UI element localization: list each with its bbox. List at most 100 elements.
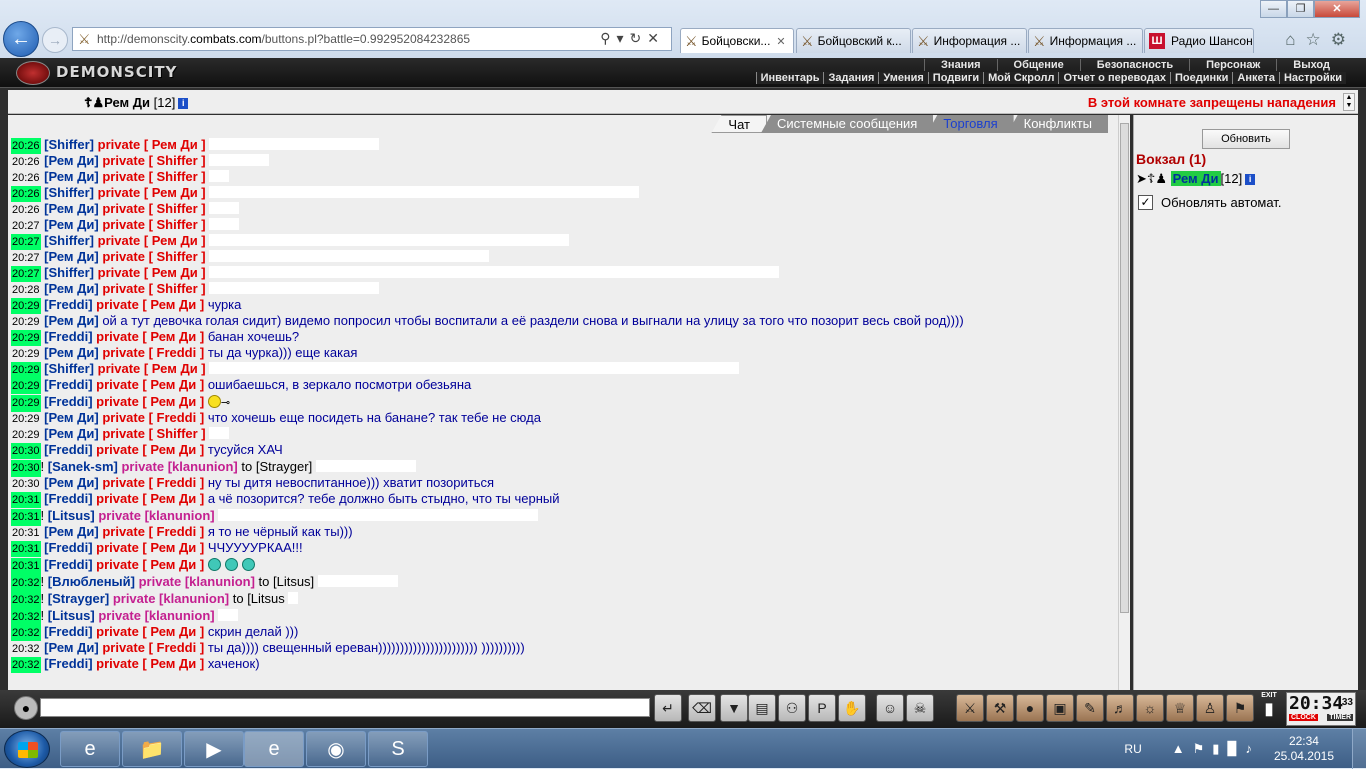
menu-settings[interactable]: Настройки xyxy=(1278,72,1346,84)
private-recipient[interactable]: private [ Рем Ди ] xyxy=(96,329,204,344)
address-bar[interactable]: ⚔ http://demonscity. combats.com/buttons.… xyxy=(72,27,672,51)
smiley-icon[interactable]: ☺ xyxy=(876,694,904,722)
room-user[interactable]: ☦♟Рем Ди [12] i xyxy=(84,95,189,111)
info-icon[interactable]: i xyxy=(178,98,189,109)
message-author[interactable]: [Рем Ди] xyxy=(44,249,99,264)
message-author[interactable]: [Рем Ди] xyxy=(44,201,99,216)
message-author[interactable]: [Litsus] xyxy=(48,608,95,623)
message-time[interactable]: 20:27 xyxy=(11,266,41,282)
message-author[interactable]: [Freddi] xyxy=(44,624,92,639)
scroll-thumb[interactable] xyxy=(1120,123,1129,613)
room-scroll-arrows[interactable]: ▲ ▼ xyxy=(1343,93,1355,111)
horn-icon[interactable]: ♬ xyxy=(1106,694,1134,722)
message-author[interactable]: [Strayger] xyxy=(48,591,109,606)
hammer-icon[interactable]: ⚒ xyxy=(986,694,1014,722)
tab-system-messages[interactable]: Системные сообщения xyxy=(761,115,934,133)
private-recipient[interactable]: private [ Shiffer ] xyxy=(102,169,205,184)
person-icon[interactable]: ⚇ xyxy=(778,694,806,722)
tab-trade[interactable]: Торговля xyxy=(927,115,1014,133)
volume-icon[interactable]: ♪ xyxy=(1245,741,1260,756)
checkbox-checked-icon[interactable]: ✓ xyxy=(1138,195,1153,210)
message-author[interactable]: [Рем Ди] xyxy=(44,217,99,232)
tab-chat[interactable]: Чат xyxy=(711,115,767,133)
message-author[interactable]: [Рем Ди] xyxy=(44,313,99,328)
chat-head-icon[interactable]: ● xyxy=(14,696,38,720)
private-recipient[interactable]: private [ Рем Ди ] xyxy=(96,442,204,457)
menu-duels[interactable]: Поединки xyxy=(1169,72,1232,84)
private-recipient[interactable]: private [ Shiffer ] xyxy=(102,201,205,216)
private-recipient[interactable]: private [ Рем Ди ] xyxy=(98,137,206,152)
back-button[interactable]: ← xyxy=(3,21,39,57)
private-recipient[interactable]: private [ Рем Ди ] xyxy=(98,265,206,280)
message-author[interactable]: [Рем Ди] xyxy=(44,524,99,539)
private-recipient[interactable]: private [ Freddi ] xyxy=(102,345,204,360)
hand-icon[interactable]: ✋ xyxy=(838,694,866,722)
menu-communication[interactable]: Общение xyxy=(996,59,1080,71)
private-recipient[interactable]: private [klanunion] xyxy=(113,591,229,606)
monitor-icon[interactable]: ▤ xyxy=(748,694,776,722)
browser-tab-1[interactable]: ⚔ Бойцовски... ✕ xyxy=(680,28,794,53)
message-author[interactable]: [Влюбленый] xyxy=(48,574,135,589)
favorites-icon[interactable]: ☆ xyxy=(1306,30,1331,49)
message-author[interactable]: [Freddi] xyxy=(44,297,92,312)
message-time[interactable]: 20:26 xyxy=(11,202,41,218)
game-logo[interactable]: DEMONSCITY xyxy=(16,61,181,85)
menu-exit[interactable]: Выход xyxy=(1276,59,1346,71)
chat-scrollbar[interactable] xyxy=(1118,115,1130,690)
menu-knowledge[interactable]: Знания xyxy=(924,59,996,71)
tab-conflicts[interactable]: Конфликты xyxy=(1007,115,1108,133)
trophy-icon[interactable]: ♕ xyxy=(1166,694,1194,722)
chat-input[interactable] xyxy=(40,698,650,717)
message-author[interactable]: [Рем Ди] xyxy=(44,426,99,441)
message-author[interactable]: [Shiffer] xyxy=(44,185,94,200)
private-recipient[interactable]: private [ Shiffer ] xyxy=(102,249,205,264)
signal-icon[interactable]: ▉ xyxy=(1227,741,1245,756)
private-recipient[interactable]: private [ Shiffer ] xyxy=(102,281,205,296)
message-author[interactable]: [Freddi] xyxy=(44,377,92,392)
flag-icon[interactable]: ⚑ xyxy=(1226,694,1254,722)
ie-active-taskbar-icon[interactable]: e xyxy=(244,731,304,767)
message-author[interactable]: [Shiffer] xyxy=(44,233,94,248)
auto-refresh-toggle[interactable]: ✓ Обновлять автомат. xyxy=(1138,195,1281,210)
message-author[interactable]: [Shiffer] xyxy=(44,361,94,376)
send-enter-icon[interactable]: ↵ xyxy=(654,694,682,722)
message-author[interactable]: [Shiffer] xyxy=(44,137,94,152)
ie-taskbar-icon[interactable]: e xyxy=(60,731,120,767)
private-recipient[interactable]: private [ Рем Ди ] xyxy=(96,297,204,312)
minimize-button[interactable]: — xyxy=(1260,0,1287,18)
start-button[interactable] xyxy=(4,730,50,768)
message-time[interactable]: 20:29 xyxy=(11,298,41,314)
message-author[interactable]: [Рем Ди] xyxy=(44,410,99,425)
restore-button[interactable]: ❐ xyxy=(1287,0,1314,18)
private-recipient[interactable]: private [ Рем Ди ] xyxy=(96,624,204,639)
menu-my-scroll[interactable]: Мой Скролл xyxy=(983,72,1058,84)
message-time[interactable]: 20:32 xyxy=(11,625,41,641)
private-recipient[interactable]: private [ Freddi ] xyxy=(102,524,204,539)
browser-tab-5[interactable]: Ш Радио Шансон xyxy=(1144,28,1254,53)
helmet-icon[interactable]: ☠ xyxy=(906,694,934,722)
message-time[interactable]: 20:27 xyxy=(11,234,41,250)
menu-skills[interactable]: Умения xyxy=(878,72,927,84)
message-author[interactable]: [Рем Ди] xyxy=(44,475,99,490)
battery-icon[interactable]: ▮ xyxy=(1212,741,1227,756)
private-recipient[interactable]: private [ Рем Ди ] xyxy=(98,185,206,200)
message-author[interactable]: [Рем Ди] xyxy=(44,640,99,655)
private-recipient[interactable]: private [ Freddi ] xyxy=(102,640,204,655)
menu-tasks[interactable]: Задания xyxy=(823,72,878,84)
private-recipient[interactable]: private [klanunion] xyxy=(121,459,237,474)
private-recipient[interactable]: private [ Shiffer ] xyxy=(102,153,205,168)
private-recipient[interactable]: private [klanunion] xyxy=(98,608,214,623)
explorer-taskbar-icon[interactable]: 📁 xyxy=(122,731,182,767)
info-icon[interactable]: i xyxy=(1245,174,1256,185)
expand-tray-icon[interactable]: ▲ xyxy=(1172,741,1193,756)
message-time[interactable]: 20:29 xyxy=(11,330,41,346)
message-time[interactable]: 20:26 xyxy=(11,186,41,202)
private-recipient[interactable]: private [ Рем Ди ] xyxy=(96,394,204,409)
message-author[interactable]: [Litsus] xyxy=(48,508,95,523)
private-recipient[interactable]: private [ Рем Ди ] xyxy=(96,491,204,506)
menu-inventory[interactable]: Инвентарь xyxy=(755,72,824,84)
private-recipient[interactable]: private [ Shiffer ] xyxy=(102,426,205,441)
menu-transfer-report[interactable]: Отчет о переводах xyxy=(1058,72,1170,84)
private-recipient[interactable]: private [ Freddi ] xyxy=(102,475,204,490)
menu-feats[interactable]: Подвиги xyxy=(927,72,983,84)
